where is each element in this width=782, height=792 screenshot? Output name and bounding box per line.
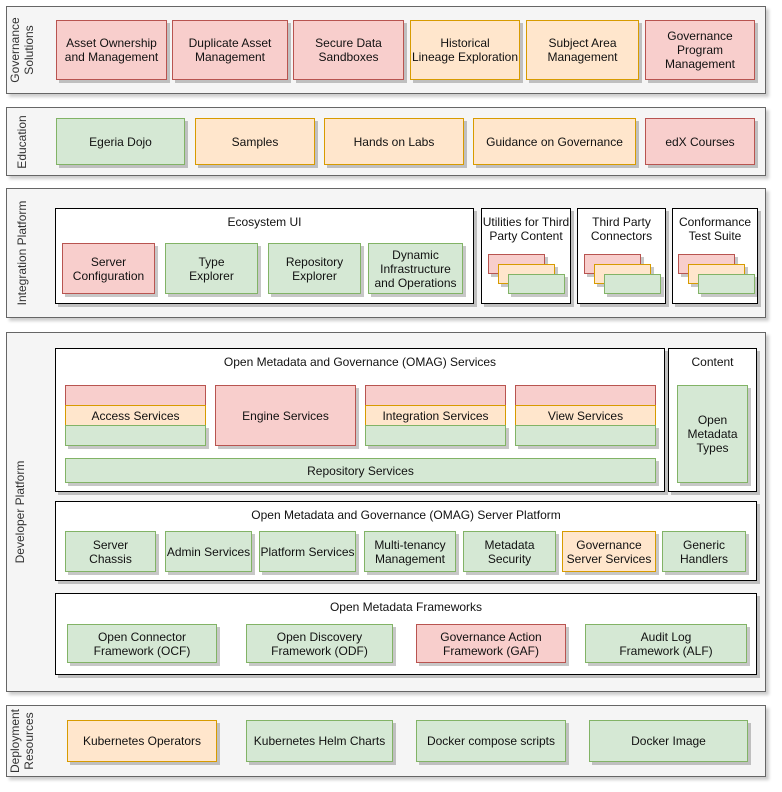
box-hands-on-labs: Hands on Labs	[324, 118, 464, 165]
box-server-chassis: Server Chassis	[65, 531, 156, 572]
box-governance-program: Governance Program Management	[645, 20, 755, 80]
stripe	[515, 425, 656, 446]
box-platform-services: Platform Services	[259, 531, 356, 572]
box-kubernetes-operators: Kubernetes Operators	[67, 720, 217, 762]
box-asset-ownership: Asset Ownership and Management	[56, 20, 167, 80]
box-admin-services: Admin Services	[165, 531, 252, 572]
box-ocf: Open Connector Framework (OCF)	[67, 624, 217, 663]
box-integration-services: Integration Services	[365, 405, 506, 426]
box-open-metadata-types: Open Metadata Types	[677, 385, 748, 483]
box-metadata-security: Metadata Security	[463, 531, 556, 572]
box-odf: Open Discovery Framework (ODF)	[246, 624, 393, 663]
box-alf: Audit Log Framework (ALF)	[585, 624, 747, 663]
box-type-explorer: Type Explorer	[165, 243, 258, 294]
box-edx-courses: edX Courses	[645, 118, 755, 165]
stack-card	[508, 274, 565, 294]
box-dynamic-infrastructure: Dynamic Infrastructure and Operations	[368, 243, 463, 294]
stripe	[515, 385, 656, 406]
box-egeria-dojo: Egeria Dojo	[56, 118, 185, 165]
stack-card	[604, 274, 661, 294]
box-samples: Samples	[195, 118, 315, 165]
stack-card	[698, 274, 755, 294]
box-engine-services: Engine Services	[215, 385, 356, 446]
box-repository-explorer: Repository Explorer	[268, 243, 361, 294]
stripe	[365, 385, 506, 406]
stripe	[365, 425, 506, 446]
box-historical-lineage: Historical Lineage Exploration	[410, 20, 520, 80]
section-label: Developer Platform	[13, 460, 27, 564]
stripe	[65, 385, 206, 406]
box-server-configuration: Server Configuration	[62, 243, 155, 294]
section-label: Education	[15, 115, 29, 169]
box-helm-charts: Kubernetes Helm Charts	[246, 720, 393, 762]
section-label: Integration Platform	[15, 200, 29, 306]
box-duplicate-asset: Duplicate Asset Management	[172, 20, 288, 80]
box-gaf: Governance Action Framework (GAF)	[416, 624, 566, 663]
box-guidance: Guidance on Governance	[473, 118, 636, 165]
stripe	[65, 425, 206, 446]
architecture-diagram: Governance Solutions Asset Ownership and…	[0, 0, 782, 792]
box-secure-data-sandboxes: Secure Data Sandboxes	[293, 20, 404, 80]
section-label: Deployment Resources	[8, 708, 36, 774]
box-generic-handlers: Generic Handlers	[662, 531, 746, 572]
box-subject-area: Subject Area Management	[526, 20, 639, 80]
box-docker-compose: Docker compose scripts	[416, 720, 566, 762]
box-governance-server-services: Governance Server Services	[562, 531, 656, 572]
box-multi-tenancy: Multi-tenancy Management	[364, 531, 456, 572]
section-label: Governance Solutions	[8, 17, 36, 83]
box-view-services: View Services	[515, 405, 656, 426]
box-docker-image: Docker Image	[589, 720, 748, 762]
box-repository-services: Repository Services	[65, 458, 656, 483]
box-access-services: Access Services	[65, 405, 206, 426]
